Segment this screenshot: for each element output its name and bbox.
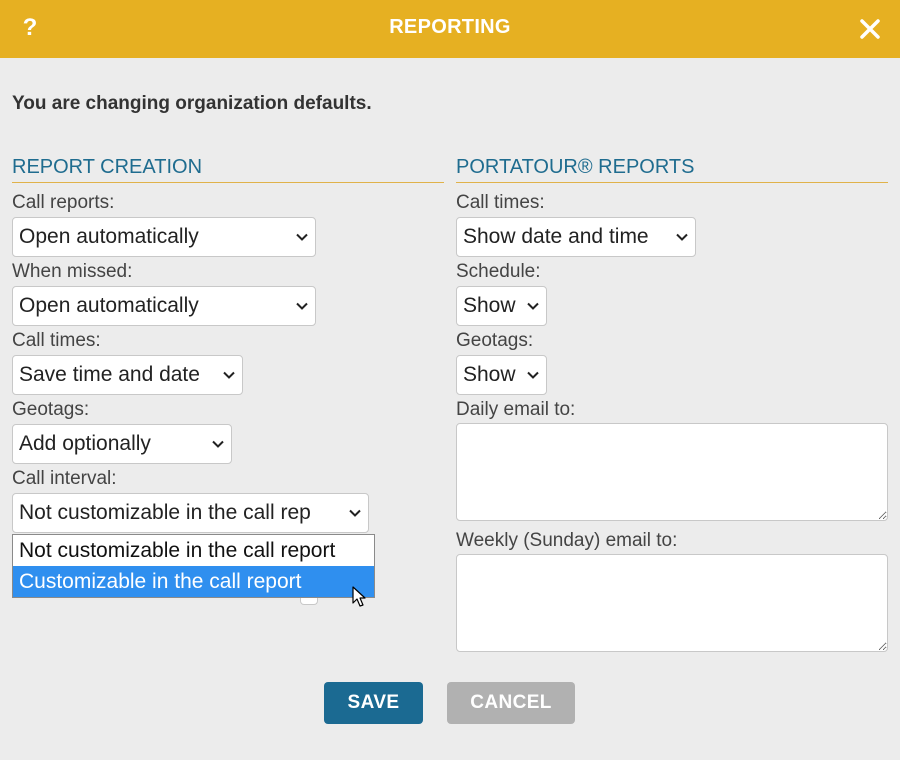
when-missed-select[interactable]: Open automatically xyxy=(12,286,316,326)
cancel-button[interactable]: CANCEL xyxy=(447,682,575,724)
call-interval-value: Not customizable in the call rep xyxy=(19,501,311,524)
chevron-down-icon xyxy=(296,302,308,310)
report-call-times-label: Call times: xyxy=(456,192,545,213)
call-times-select[interactable]: Save time and date xyxy=(12,355,243,395)
daily-email-label: Daily email to: xyxy=(456,399,576,420)
chevron-down-icon xyxy=(527,371,539,379)
when-missed-label: When missed: xyxy=(12,261,133,282)
report-geotags-label: Geotags: xyxy=(456,330,534,351)
geotags-value: Add optionally xyxy=(19,432,151,455)
call-reports-value: Open automatically xyxy=(19,225,199,248)
report-call-times-value: Show date and time xyxy=(463,225,649,248)
report-geotags-select[interactable]: Show xyxy=(456,355,547,395)
daily-email-field[interactable] xyxy=(456,423,888,521)
call-reports-label: Call reports: xyxy=(12,192,115,213)
chevron-down-icon xyxy=(223,371,235,379)
chevron-down-icon xyxy=(676,233,688,241)
chevron-down-icon xyxy=(296,233,308,241)
call-times-value: Save time and date xyxy=(19,363,200,386)
report-call-times-select[interactable]: Show date and time xyxy=(456,217,696,257)
call-interval-select[interactable]: Not customizable in the call rep xyxy=(12,493,369,533)
chevron-down-icon xyxy=(349,509,361,517)
portatour-reports-heading: PORTATOUR® REPORTS xyxy=(456,156,888,183)
close-icon xyxy=(860,19,880,39)
call-interval-dropdown[interactable]: Not customizable in the call report Cust… xyxy=(12,534,375,598)
mouse-cursor-icon xyxy=(352,586,366,607)
call-times-label: Call times: xyxy=(12,330,101,351)
weekly-email-field[interactable] xyxy=(456,554,888,652)
chevron-down-icon xyxy=(212,440,224,448)
close-button[interactable] xyxy=(858,17,882,41)
dialog-titlebar: ? REPORTING xyxy=(0,0,900,58)
dropdown-option-selected[interactable]: Customizable in the call report xyxy=(13,566,374,597)
schedule-label: Schedule: xyxy=(456,261,541,282)
chevron-down-icon xyxy=(527,302,539,310)
when-missed-value: Open automatically xyxy=(19,294,199,317)
call-interval-label: Call interval: xyxy=(12,468,117,489)
call-reports-select[interactable]: Open automatically xyxy=(12,217,316,257)
geotags-label: Geotags: xyxy=(12,399,90,420)
save-button[interactable]: SAVE xyxy=(324,682,423,724)
geotags-select[interactable]: Add optionally xyxy=(12,424,232,464)
defaults-notice: You are changing organization defaults. xyxy=(12,93,372,114)
schedule-select[interactable]: Show xyxy=(456,286,547,326)
dialog-title: REPORTING xyxy=(389,16,511,38)
report-creation-heading: REPORT CREATION xyxy=(12,156,444,183)
hidden-select-edge xyxy=(300,598,318,605)
weekly-email-label: Weekly (Sunday) email to: xyxy=(456,530,678,551)
dropdown-option[interactable]: Not customizable in the call report xyxy=(13,535,374,566)
